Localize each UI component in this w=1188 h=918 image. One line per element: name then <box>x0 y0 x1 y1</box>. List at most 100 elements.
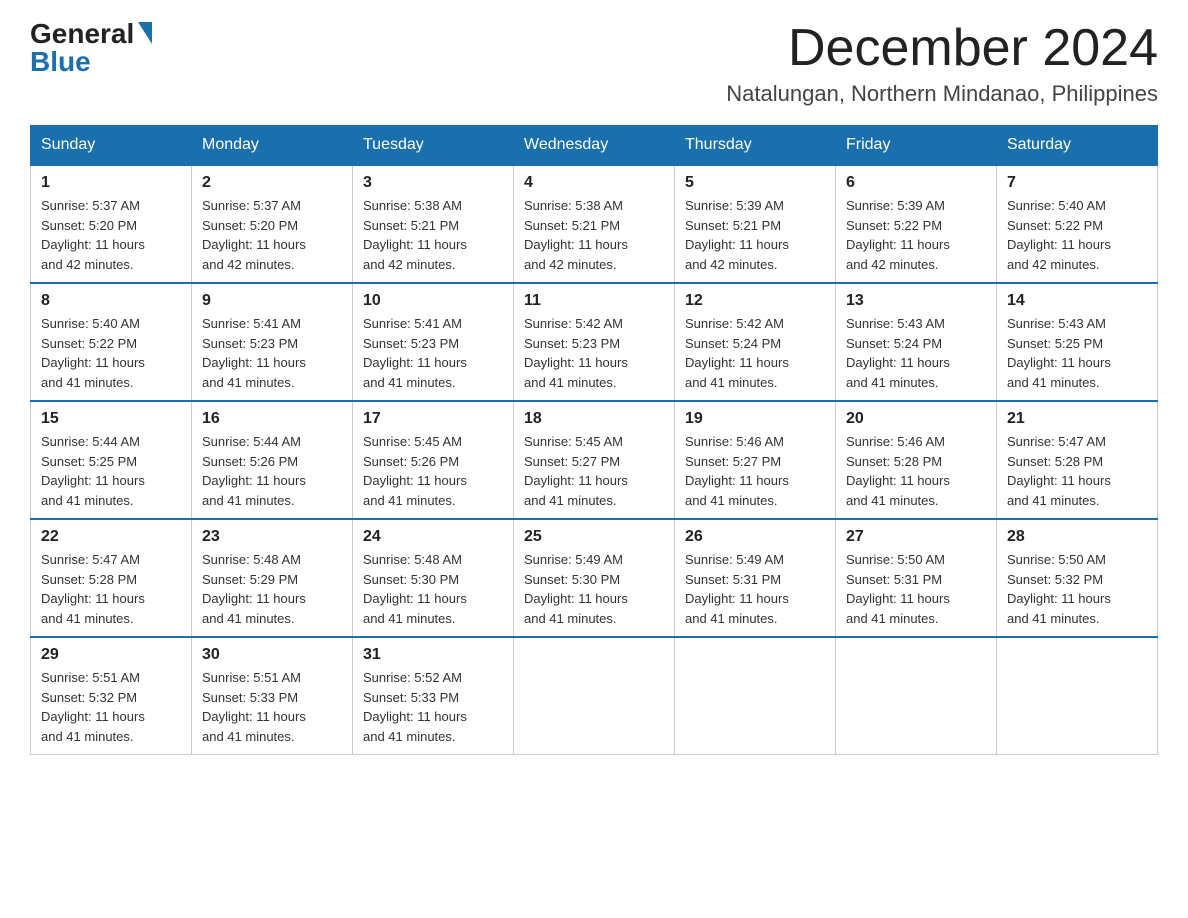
day-number: 19 <box>685 410 825 428</box>
day-number: 2 <box>202 174 342 192</box>
day-number: 6 <box>846 174 986 192</box>
weekday-header-tuesday: Tuesday <box>353 126 514 166</box>
day-number: 29 <box>41 646 181 664</box>
day-info: Sunrise: 5:51 AM Sunset: 5:33 PM Dayligh… <box>202 668 342 746</box>
calendar-cell: 1 Sunrise: 5:37 AM Sunset: 5:20 PM Dayli… <box>31 165 192 283</box>
week-row-5: 29 Sunrise: 5:51 AM Sunset: 5:32 PM Dayl… <box>31 637 1158 755</box>
logo-blue: Blue <box>30 48 91 76</box>
day-info: Sunrise: 5:49 AM Sunset: 5:31 PM Dayligh… <box>685 550 825 628</box>
weekday-header-row: SundayMondayTuesdayWednesdayThursdayFrid… <box>31 126 1158 166</box>
day-info: Sunrise: 5:50 AM Sunset: 5:32 PM Dayligh… <box>1007 550 1147 628</box>
day-info: Sunrise: 5:45 AM Sunset: 5:26 PM Dayligh… <box>363 432 503 510</box>
calendar-cell: 3 Sunrise: 5:38 AM Sunset: 5:21 PM Dayli… <box>353 165 514 283</box>
day-number: 4 <box>524 174 664 192</box>
day-number: 1 <box>41 174 181 192</box>
calendar-cell: 5 Sunrise: 5:39 AM Sunset: 5:21 PM Dayli… <box>675 165 836 283</box>
calendar-cell: 6 Sunrise: 5:39 AM Sunset: 5:22 PM Dayli… <box>836 165 997 283</box>
week-row-2: 8 Sunrise: 5:40 AM Sunset: 5:22 PM Dayli… <box>31 283 1158 401</box>
calendar-cell: 15 Sunrise: 5:44 AM Sunset: 5:25 PM Dayl… <box>31 401 192 519</box>
calendar-table: SundayMondayTuesdayWednesdayThursdayFrid… <box>30 125 1158 755</box>
day-number: 24 <box>363 528 503 546</box>
calendar-cell: 13 Sunrise: 5:43 AM Sunset: 5:24 PM Dayl… <box>836 283 997 401</box>
logo-triangle-icon <box>138 22 152 44</box>
day-info: Sunrise: 5:37 AM Sunset: 5:20 PM Dayligh… <box>41 196 181 274</box>
calendar-cell: 27 Sunrise: 5:50 AM Sunset: 5:31 PM Dayl… <box>836 519 997 637</box>
logo-general: General <box>30 20 134 48</box>
calendar-cell: 11 Sunrise: 5:42 AM Sunset: 5:23 PM Dayl… <box>514 283 675 401</box>
day-info: Sunrise: 5:47 AM Sunset: 5:28 PM Dayligh… <box>1007 432 1147 510</box>
day-number: 10 <box>363 292 503 310</box>
day-info: Sunrise: 5:42 AM Sunset: 5:23 PM Dayligh… <box>524 314 664 392</box>
day-info: Sunrise: 5:51 AM Sunset: 5:32 PM Dayligh… <box>41 668 181 746</box>
weekday-header-monday: Monday <box>192 126 353 166</box>
calendar-cell: 20 Sunrise: 5:46 AM Sunset: 5:28 PM Dayl… <box>836 401 997 519</box>
day-number: 7 <box>1007 174 1147 192</box>
day-number: 17 <box>363 410 503 428</box>
calendar-cell: 21 Sunrise: 5:47 AM Sunset: 5:28 PM Dayl… <box>997 401 1158 519</box>
calendar-cell: 24 Sunrise: 5:48 AM Sunset: 5:30 PM Dayl… <box>353 519 514 637</box>
calendar-cell: 19 Sunrise: 5:46 AM Sunset: 5:27 PM Dayl… <box>675 401 836 519</box>
day-info: Sunrise: 5:40 AM Sunset: 5:22 PM Dayligh… <box>41 314 181 392</box>
calendar-cell: 28 Sunrise: 5:50 AM Sunset: 5:32 PM Dayl… <box>997 519 1158 637</box>
day-number: 22 <box>41 528 181 546</box>
day-number: 3 <box>363 174 503 192</box>
day-info: Sunrise: 5:37 AM Sunset: 5:20 PM Dayligh… <box>202 196 342 274</box>
calendar-cell: 23 Sunrise: 5:48 AM Sunset: 5:29 PM Dayl… <box>192 519 353 637</box>
calendar-cell: 17 Sunrise: 5:45 AM Sunset: 5:26 PM Dayl… <box>353 401 514 519</box>
day-info: Sunrise: 5:49 AM Sunset: 5:30 PM Dayligh… <box>524 550 664 628</box>
calendar-cell <box>836 637 997 755</box>
day-info: Sunrise: 5:41 AM Sunset: 5:23 PM Dayligh… <box>202 314 342 392</box>
day-info: Sunrise: 5:43 AM Sunset: 5:24 PM Dayligh… <box>846 314 986 392</box>
calendar-cell: 30 Sunrise: 5:51 AM Sunset: 5:33 PM Dayl… <box>192 637 353 755</box>
day-number: 31 <box>363 646 503 664</box>
day-info: Sunrise: 5:39 AM Sunset: 5:22 PM Dayligh… <box>846 196 986 274</box>
weekday-header-saturday: Saturday <box>997 126 1158 166</box>
day-info: Sunrise: 5:47 AM Sunset: 5:28 PM Dayligh… <box>41 550 181 628</box>
day-info: Sunrise: 5:43 AM Sunset: 5:25 PM Dayligh… <box>1007 314 1147 392</box>
calendar-title: December 2024 <box>726 20 1158 77</box>
calendar-cell: 29 Sunrise: 5:51 AM Sunset: 5:32 PM Dayl… <box>31 637 192 755</box>
day-info: Sunrise: 5:38 AM Sunset: 5:21 PM Dayligh… <box>524 196 664 274</box>
day-number: 25 <box>524 528 664 546</box>
day-number: 21 <box>1007 410 1147 428</box>
day-number: 18 <box>524 410 664 428</box>
day-number: 9 <box>202 292 342 310</box>
day-info: Sunrise: 5:46 AM Sunset: 5:28 PM Dayligh… <box>846 432 986 510</box>
calendar-cell: 31 Sunrise: 5:52 AM Sunset: 5:33 PM Dayl… <box>353 637 514 755</box>
day-info: Sunrise: 5:38 AM Sunset: 5:21 PM Dayligh… <box>363 196 503 274</box>
day-number: 11 <box>524 292 664 310</box>
day-number: 28 <box>1007 528 1147 546</box>
day-info: Sunrise: 5:52 AM Sunset: 5:33 PM Dayligh… <box>363 668 503 746</box>
weekday-header-friday: Friday <box>836 126 997 166</box>
day-number: 16 <box>202 410 342 428</box>
calendar-cell <box>997 637 1158 755</box>
weekday-header-thursday: Thursday <box>675 126 836 166</box>
day-number: 14 <box>1007 292 1147 310</box>
weekday-header-sunday: Sunday <box>31 126 192 166</box>
calendar-cell <box>514 637 675 755</box>
calendar-cell: 2 Sunrise: 5:37 AM Sunset: 5:20 PM Dayli… <box>192 165 353 283</box>
calendar-cell: 26 Sunrise: 5:49 AM Sunset: 5:31 PM Dayl… <box>675 519 836 637</box>
day-info: Sunrise: 5:42 AM Sunset: 5:24 PM Dayligh… <box>685 314 825 392</box>
day-number: 23 <box>202 528 342 546</box>
calendar-cell: 7 Sunrise: 5:40 AM Sunset: 5:22 PM Dayli… <box>997 165 1158 283</box>
calendar-cell <box>675 637 836 755</box>
day-number: 20 <box>846 410 986 428</box>
title-area: December 2024 Natalungan, Northern Minda… <box>726 20 1158 107</box>
calendar-cell: 10 Sunrise: 5:41 AM Sunset: 5:23 PM Dayl… <box>353 283 514 401</box>
day-info: Sunrise: 5:39 AM Sunset: 5:21 PM Dayligh… <box>685 196 825 274</box>
day-info: Sunrise: 5:40 AM Sunset: 5:22 PM Dayligh… <box>1007 196 1147 274</box>
day-info: Sunrise: 5:50 AM Sunset: 5:31 PM Dayligh… <box>846 550 986 628</box>
week-row-4: 22 Sunrise: 5:47 AM Sunset: 5:28 PM Dayl… <box>31 519 1158 637</box>
day-number: 27 <box>846 528 986 546</box>
day-number: 8 <box>41 292 181 310</box>
week-row-3: 15 Sunrise: 5:44 AM Sunset: 5:25 PM Dayl… <box>31 401 1158 519</box>
calendar-cell: 4 Sunrise: 5:38 AM Sunset: 5:21 PM Dayli… <box>514 165 675 283</box>
calendar-cell: 8 Sunrise: 5:40 AM Sunset: 5:22 PM Dayli… <box>31 283 192 401</box>
logo: General Blue <box>30 20 152 76</box>
calendar-cell: 12 Sunrise: 5:42 AM Sunset: 5:24 PM Dayl… <box>675 283 836 401</box>
day-info: Sunrise: 5:45 AM Sunset: 5:27 PM Dayligh… <box>524 432 664 510</box>
page-header: General Blue December 2024 Natalungan, N… <box>30 20 1158 107</box>
calendar-cell: 9 Sunrise: 5:41 AM Sunset: 5:23 PM Dayli… <box>192 283 353 401</box>
day-info: Sunrise: 5:44 AM Sunset: 5:26 PM Dayligh… <box>202 432 342 510</box>
